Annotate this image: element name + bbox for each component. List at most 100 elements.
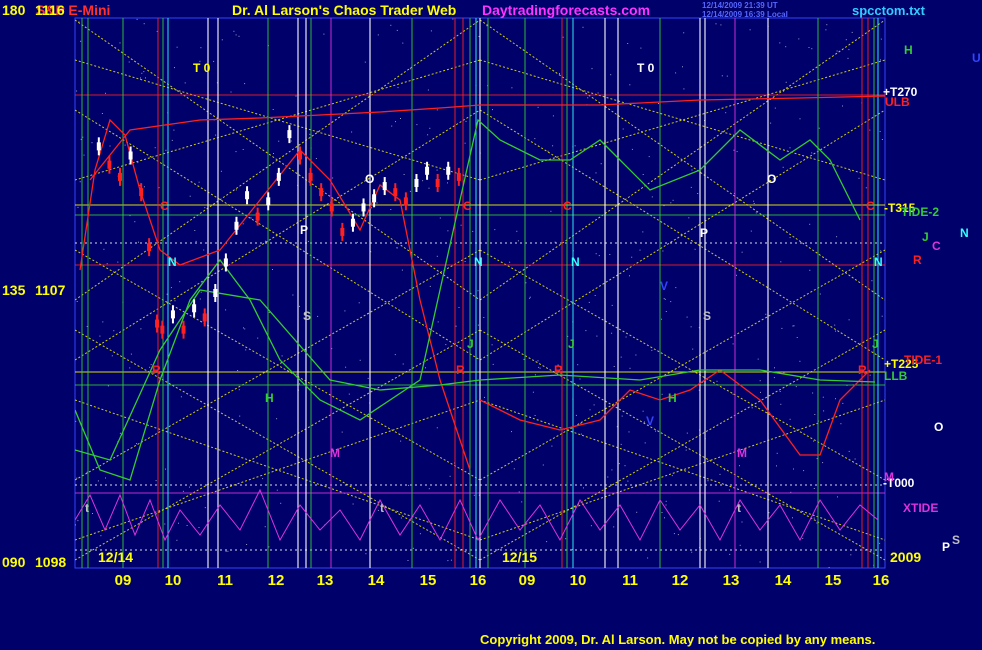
star-dot: [739, 544, 741, 546]
star-dot: [513, 468, 515, 470]
price-bar-body: [403, 197, 408, 206]
star-dot: [537, 106, 539, 108]
price-bar-body: [139, 188, 144, 197]
star-dot: [402, 363, 404, 365]
star-dot: [755, 212, 757, 214]
star-dot: [371, 207, 372, 209]
star-dot: [145, 77, 146, 79]
star-dot: [268, 546, 270, 548]
chaos-trader-chart: T 0T 0O OC C C CN N N NP PS SR R R RJ J JH HM MVVt t t S&P…: [0, 0, 982, 650]
star-dot: [204, 507, 206, 509]
star-dot: [101, 113, 103, 114]
star-dot: [427, 134, 429, 136]
star-dot: [692, 348, 694, 350]
star-dot: [76, 477, 78, 479]
star-dot: [170, 287, 172, 289]
star-dot: [400, 517, 402, 519]
legend-h: H: [904, 43, 913, 57]
star-dot: [86, 471, 88, 473]
star-dot: [83, 154, 85, 156]
star-dot: [648, 156, 650, 158]
marker-t: t: [85, 501, 89, 515]
star-dot: [809, 223, 811, 225]
star-dot: [551, 445, 553, 447]
marker-n: N: [474, 255, 483, 269]
price-bar-body: [393, 188, 398, 197]
marker-h: H: [265, 391, 274, 405]
star-dot: [697, 193, 699, 194]
star-dot: [629, 367, 631, 369]
star-dot: [351, 131, 353, 133]
star-dot: [200, 47, 202, 49]
star-dot: [579, 378, 581, 380]
star-dot: [424, 360, 426, 362]
star-dot: [447, 230, 449, 232]
star-dot: [842, 105, 843, 107]
star-dot: [707, 480, 709, 482]
star-dot: [651, 196, 653, 198]
price-bar-body: [319, 188, 324, 197]
marker-p: P: [700, 226, 708, 240]
star-dot: [793, 325, 795, 327]
x-tick-label: 13: [317, 572, 334, 589]
star-dot: [477, 324, 479, 326]
star-dot: [757, 358, 759, 360]
star-dot: [552, 145, 554, 147]
star-dot: [492, 363, 494, 365]
star-dot: [278, 140, 280, 142]
price-bar-body: [340, 227, 345, 236]
star-dot: [341, 431, 343, 433]
star-dot: [237, 370, 239, 371]
star-dot: [323, 33, 325, 35]
star-dot: [292, 294, 294, 296]
x-tick-label: 15: [420, 572, 437, 589]
star-dot: [812, 392, 814, 394]
star-dot: [613, 526, 615, 528]
price-bar-body: [382, 182, 387, 191]
star-dot: [447, 560, 449, 562]
star-dot: [691, 169, 693, 171]
star-dot: [546, 541, 548, 543]
price-bar-body: [223, 258, 228, 267]
price-bar-body: [276, 172, 281, 181]
star-dot: [138, 241, 139, 243]
star-dot: [299, 383, 301, 385]
marker-c: C: [463, 199, 472, 213]
star-dot: [178, 522, 179, 524]
marker-t0: T 0: [193, 61, 211, 75]
marker-t0: T 0: [637, 61, 655, 75]
website-label[interactable]: Daytradingforecasts.com: [482, 2, 650, 18]
y-angle-135: 135: [2, 282, 26, 298]
star-dot: [534, 374, 536, 376]
star-dot: [835, 330, 836, 332]
star-dot: [715, 23, 717, 25]
copyright-notice: Copyright 2009, Dr. Al Larson. May not b…: [480, 632, 875, 647]
star-dot: [686, 432, 688, 434]
star-dot: [814, 414, 816, 415]
star-dot: [690, 326, 692, 328]
star-dot: [672, 199, 674, 201]
star-dot: [834, 324, 836, 326]
star-dot: [865, 187, 867, 189]
star-dot: [664, 298, 666, 300]
price-bar-body: [350, 218, 355, 227]
star-dot: [425, 367, 426, 369]
star-dot: [344, 310, 346, 312]
star-dot: [631, 148, 633, 150]
star-dot: [215, 134, 217, 136]
star-dot: [620, 443, 622, 445]
star-dot: [825, 29, 827, 31]
star-dot: [75, 420, 77, 422]
star-dot: [176, 46, 178, 48]
star-dot: [542, 464, 544, 466]
star-dot: [511, 431, 512, 433]
marker-o: O: [365, 172, 374, 186]
price-bar-body: [107, 160, 112, 169]
marker-v: V: [646, 414, 654, 428]
star-dot: [483, 317, 485, 318]
marker-r: R: [858, 363, 867, 377]
star-dot: [141, 72, 143, 74]
date-label-12-15: 12/15: [502, 549, 537, 565]
star-dot: [180, 396, 182, 398]
star-dot: [235, 151, 237, 153]
